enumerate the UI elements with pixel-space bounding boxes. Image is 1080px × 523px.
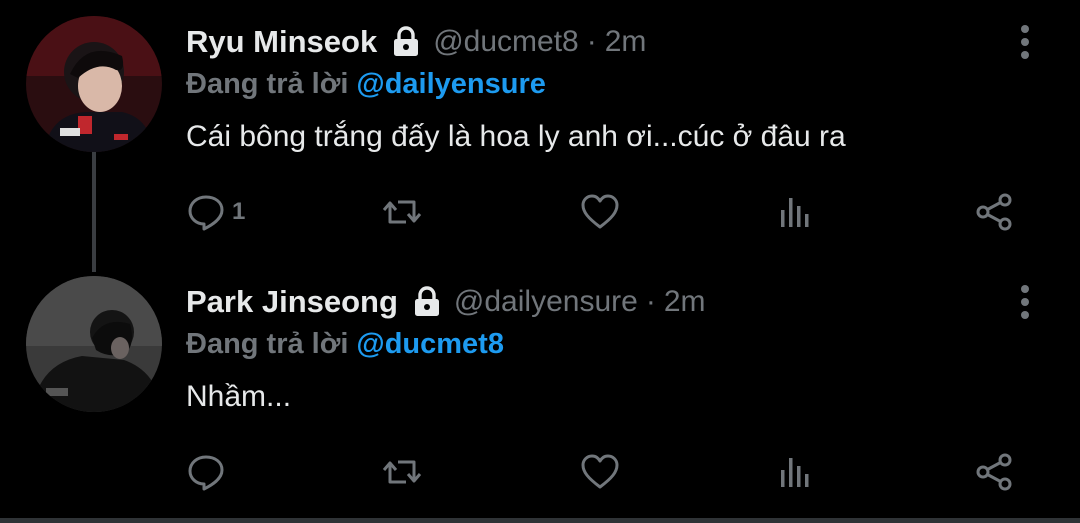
- display-name[interactable]: Park Jinseong: [186, 284, 398, 320]
- timestamp[interactable]: 2m: [664, 285, 706, 319]
- user-handle[interactable]: @ducmet8: [433, 25, 579, 59]
- replying-to: Đang trả lời @dailyensure: [186, 68, 546, 101]
- reply-icon: [186, 452, 226, 492]
- like-button[interactable]: [580, 452, 620, 492]
- retweet-button[interactable]: [382, 192, 422, 232]
- share-icon: [974, 452, 1014, 492]
- tweet-text: Nhầm...: [186, 380, 292, 413]
- replying-to-label: Đang trả lời: [186, 68, 349, 100]
- avatar[interactable]: [26, 276, 162, 412]
- stats-icon: [776, 452, 816, 492]
- timestamp[interactable]: 2m: [605, 25, 647, 59]
- share-button[interactable]: [974, 192, 1014, 232]
- retweet-icon: [382, 192, 422, 232]
- stats-button[interactable]: [776, 192, 816, 232]
- reply-button[interactable]: 1: [186, 192, 245, 232]
- mention-link[interactable]: @dailyensure: [356, 68, 545, 100]
- more-icon[interactable]: [1018, 24, 1032, 60]
- lock-icon: [412, 286, 442, 318]
- tweet-header: Park Jinseong @dailyensure · 2m: [186, 282, 706, 322]
- like-button[interactable]: [580, 192, 620, 232]
- retweet-button[interactable]: [382, 452, 422, 492]
- avatar[interactable]: [26, 16, 162, 152]
- tweet[interactable]: Park Jinseong @dailyensure · 2m Đang trả…: [0, 260, 1080, 518]
- bottom-divider: [0, 518, 1080, 523]
- share-icon: [974, 192, 1014, 232]
- retweet-icon: [382, 452, 422, 492]
- reply-button[interactable]: [186, 452, 232, 492]
- display-name[interactable]: Ryu Minseok: [186, 24, 377, 60]
- user-handle[interactable]: @dailyensure: [454, 285, 638, 319]
- separator-dot: ·: [586, 25, 597, 58]
- like-icon: [580, 452, 620, 492]
- more-icon[interactable]: [1018, 284, 1032, 320]
- mention-link[interactable]: @ducmet8: [356, 328, 504, 360]
- replying-to: Đang trả lời @ducmet8: [186, 328, 504, 361]
- reply-icon: [186, 192, 226, 232]
- tweet-actions: 1: [186, 192, 1016, 236]
- separator-dot: ·: [645, 285, 656, 318]
- like-icon: [580, 192, 620, 232]
- tweet-text: Cái bông trắng đấy là hoa ly anh ơi...cú…: [186, 120, 846, 153]
- stats-button[interactable]: [776, 452, 816, 492]
- lock-icon: [391, 26, 421, 58]
- tweet[interactable]: Ryu Minseok @ducmet8 · 2m Đang trả lời @d…: [0, 0, 1080, 260]
- replying-to-label: Đang trả lời: [186, 328, 349, 360]
- share-button[interactable]: [974, 452, 1014, 492]
- tweet-actions: [186, 452, 1016, 496]
- reply-count: 1: [232, 198, 246, 225]
- stats-icon: [776, 192, 816, 232]
- tweet-header: Ryu Minseok @ducmet8 · 2m: [186, 22, 646, 62]
